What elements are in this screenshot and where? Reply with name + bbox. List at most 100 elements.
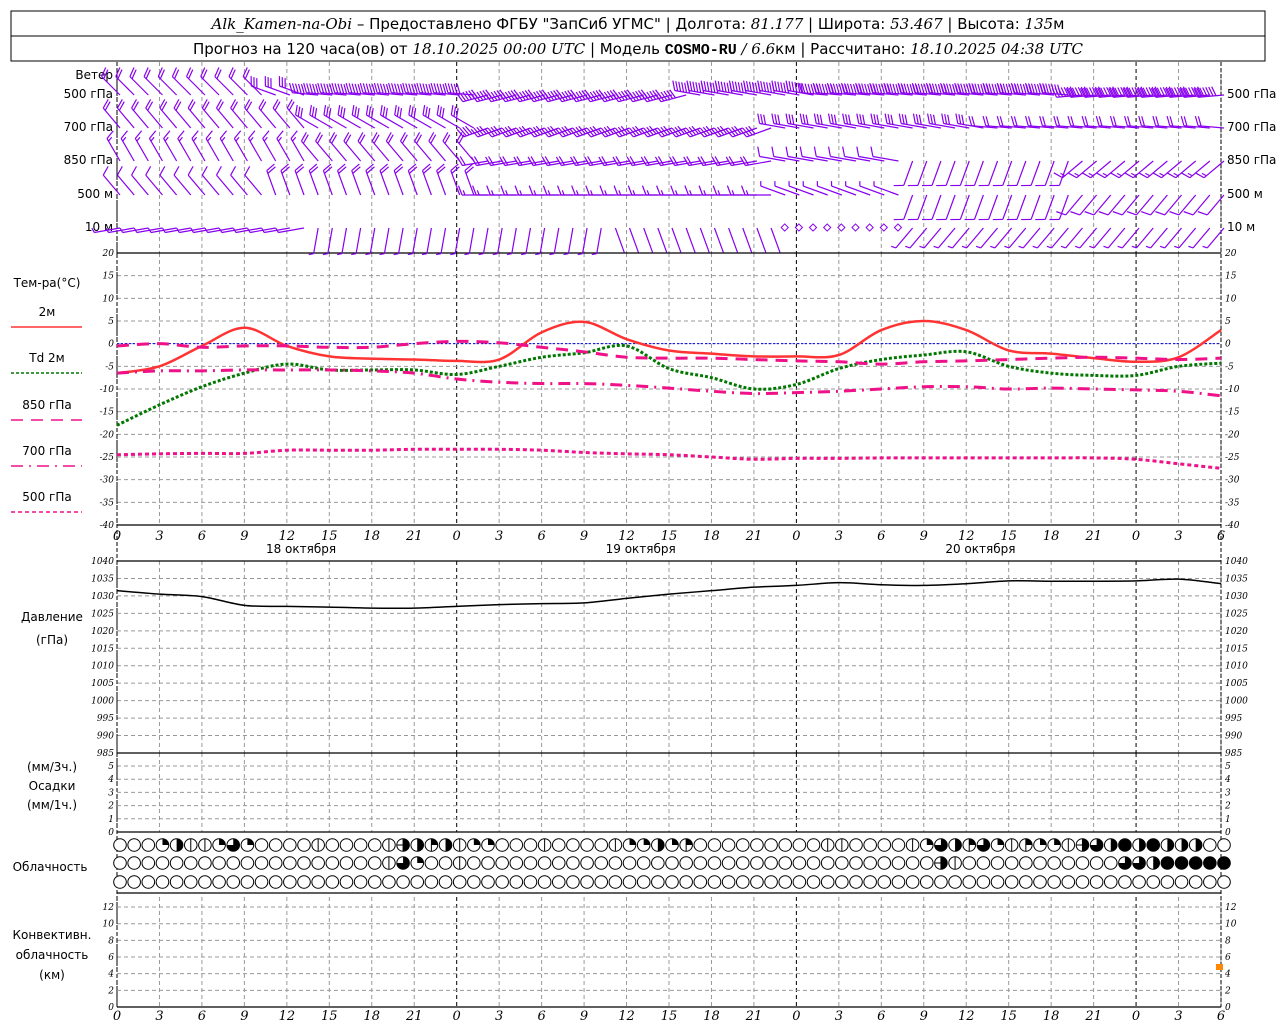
cloud-cover-symbol	[1217, 856, 1231, 870]
barb-feather	[306, 83, 310, 94]
precip-tick-label-right: 1	[1225, 815, 1231, 825]
barb-feather	[785, 113, 789, 124]
wind-barb	[134, 130, 149, 162]
barb-staff	[230, 174, 248, 196]
cloud-circle	[750, 838, 764, 852]
wind-barb	[116, 166, 135, 196]
wind-barb	[890, 227, 914, 249]
cloud-cover-symbol	[891, 838, 906, 852]
barb-staff	[120, 138, 135, 162]
barb-feather	[740, 185, 746, 196]
barb-feather	[340, 83, 345, 94]
barb-feather	[131, 166, 138, 176]
wind-barb	[933, 227, 956, 249]
barb-feather	[585, 185, 590, 196]
barb-staff	[371, 140, 390, 162]
barb-feather	[1070, 116, 1075, 127]
conv-label: (км)	[39, 968, 65, 982]
cloud-cover-symbol	[863, 875, 877, 889]
temperature-tick-label-right: 10	[1225, 294, 1237, 304]
barb-half-feather	[1145, 245, 1151, 249]
wind-barb	[191, 130, 206, 162]
barb-feather	[599, 185, 605, 196]
barb-feather	[1197, 211, 1208, 216]
wind-barb	[1174, 227, 1197, 249]
barb-staff	[917, 194, 928, 220]
barb-half-feather	[674, 190, 678, 196]
precip-tick-label-left: 5	[108, 762, 114, 772]
wind-barb	[756, 227, 767, 253]
cloud-circle	[721, 856, 736, 870]
wind-barb	[336, 227, 348, 256]
wind-barb	[1131, 227, 1154, 249]
wind-barb	[351, 163, 362, 196]
cloud-cover-symbol	[750, 875, 764, 889]
cloud-cover-symbol	[1132, 838, 1146, 852]
cloud-circle	[141, 838, 156, 852]
barb-feather	[447, 83, 452, 94]
wind-barb	[421, 227, 432, 256]
cloud-cover-symbol	[835, 838, 849, 852]
barb-staff	[1136, 227, 1154, 249]
cloud-cover-symbol	[1188, 875, 1203, 889]
barb-feather	[397, 83, 401, 94]
cloud-cover-symbol	[155, 838, 170, 852]
temperature-tick-label-right: -15	[1225, 408, 1240, 418]
barb-staff	[917, 160, 928, 186]
barb-staff	[233, 138, 248, 162]
barb-staff	[454, 227, 461, 254]
cloud-fill	[1139, 838, 1146, 852]
cloud-cover-symbol	[382, 875, 396, 889]
pressure-tick-label-left: 995	[97, 714, 114, 724]
barb-feather	[901, 114, 905, 125]
barb-feather	[542, 185, 548, 196]
cloud-cover-symbol	[410, 838, 425, 852]
cloud-cover-symbol	[608, 838, 623, 852]
barb-feather	[1183, 211, 1194, 216]
barb-staff	[242, 76, 262, 96]
barb-feather	[102, 166, 109, 176]
cloud-fill	[955, 838, 962, 852]
barb-staff	[464, 170, 475, 196]
barb-staff	[671, 227, 682, 253]
cloud-circle	[509, 838, 524, 852]
cloud-circle	[735, 856, 750, 870]
barb-feather	[1155, 116, 1160, 127]
barb-staff	[115, 76, 135, 96]
barb-feather	[982, 115, 987, 126]
barb-feather	[904, 114, 908, 125]
wind-barb	[851, 223, 860, 232]
wind-barb	[157, 67, 178, 96]
barb-feather	[632, 126, 640, 136]
barb-staff	[1093, 227, 1112, 249]
calc-label: | Рассчитано:	[796, 40, 911, 58]
barb-staff	[1150, 194, 1168, 216]
barb-staff	[400, 140, 418, 162]
cloud-circle	[240, 875, 255, 889]
barb-feather	[783, 82, 787, 93]
barb-half-feather	[547, 190, 551, 196]
barb-feather	[712, 185, 718, 196]
barb-feather	[1010, 115, 1015, 126]
pressure-tick-label-left: 985	[97, 749, 114, 759]
pressure-tick-label-right: 1000	[1225, 697, 1248, 707]
cloud-cover-symbol	[693, 875, 708, 889]
cloud-cover-symbol	[919, 856, 934, 870]
barb-feather	[1112, 116, 1117, 127]
barb-feather	[351, 83, 356, 94]
barb-staff	[728, 227, 739, 253]
cloud-cover-symbol	[1033, 856, 1047, 870]
barb-feather	[927, 113, 931, 124]
pressure-tick-label-left: 1025	[91, 609, 114, 619]
cloud-cover-symbol	[1004, 875, 1019, 889]
barb-feather	[716, 126, 725, 136]
cloud-circle	[396, 875, 410, 889]
barb-feather	[281, 166, 290, 174]
barb-staff	[1016, 194, 1027, 220]
barb-feather	[544, 127, 552, 137]
temperature-title: Тем-ра(°С)	[13, 276, 81, 290]
hour-label: 6	[877, 529, 885, 544]
barb-half-feather	[322, 253, 328, 256]
cloud-cover-symbol	[240, 875, 255, 889]
barb-staff	[1030, 194, 1041, 220]
